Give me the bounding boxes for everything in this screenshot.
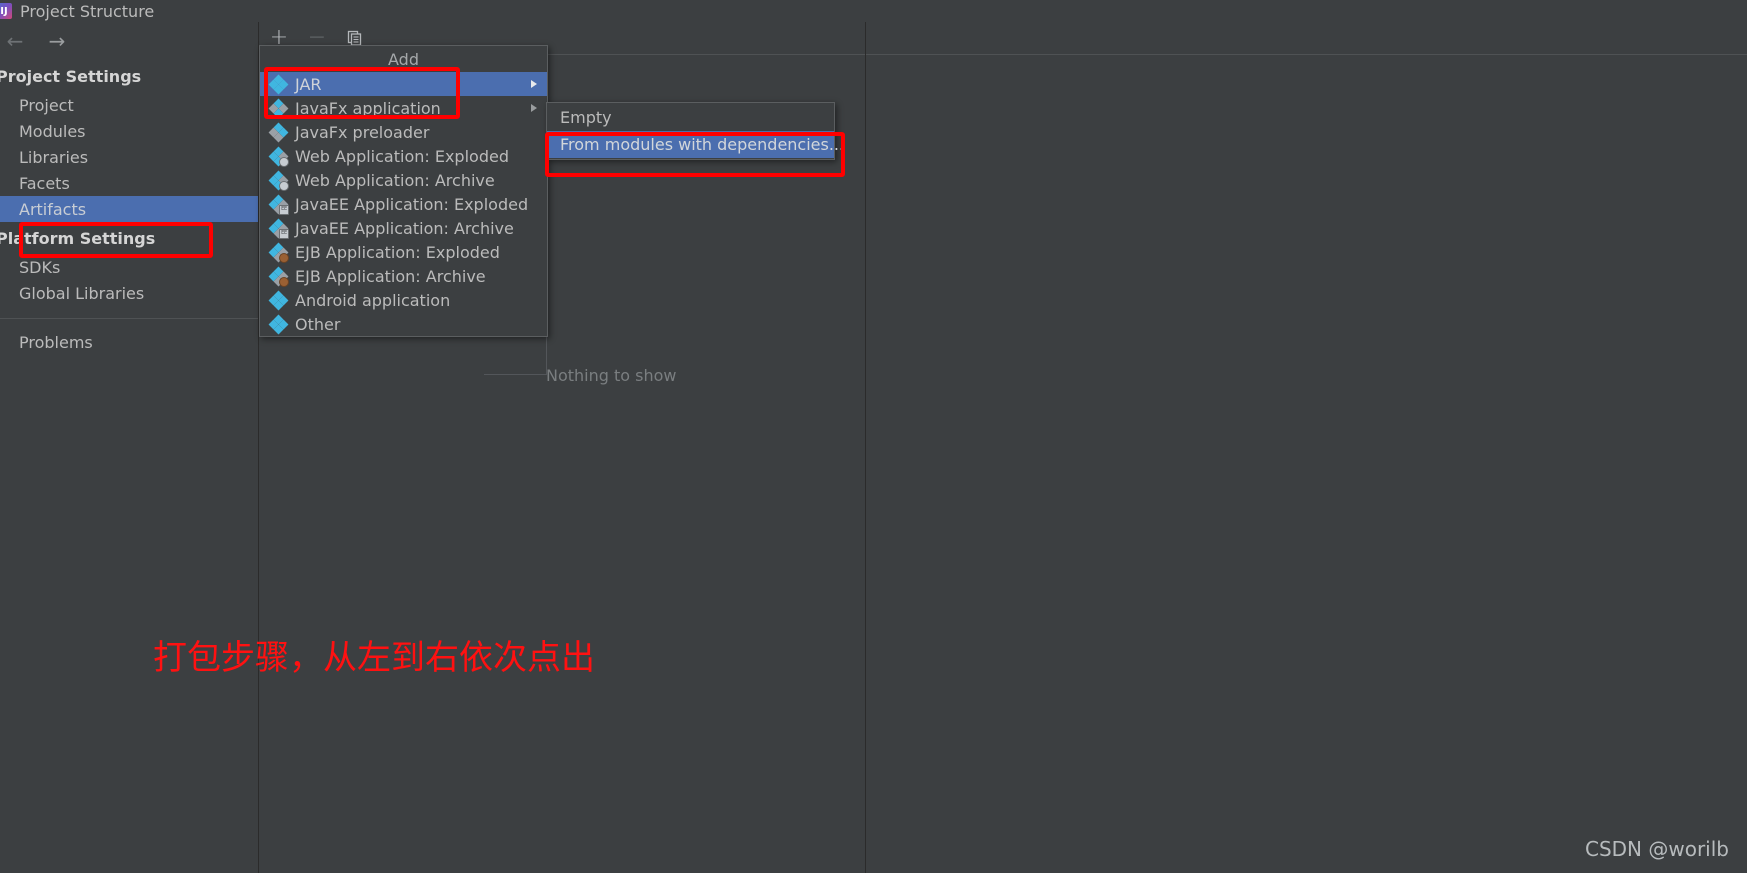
window-titlebar: IJ Project Structure (0, 0, 1747, 23)
submenu-item-from-modules-with-dependencies[interactable]: From modules with dependencies... (547, 131, 844, 159)
diamond-globe-icon (268, 170, 289, 191)
csdn-watermark: CSDN @worilb (1584, 837, 1729, 861)
submenu-item-empty[interactable]: Empty (547, 103, 834, 131)
diamond-blue-icon (268, 122, 289, 142)
settings-sidebar: ← → Project Settings Project Modules Lib… (0, 22, 259, 873)
copy-icon (347, 30, 362, 46)
sidebar-item-libraries[interactable]: Libraries (0, 144, 258, 170)
diamond-bean-icon (268, 242, 289, 263)
menu-item-javafx-preloader[interactable]: JavaFx preloader (260, 120, 547, 144)
diamond-blue-icon (268, 98, 289, 118)
sidebar-section-platform-settings: Platform Settings (0, 228, 156, 248)
menu-item-label: EJB Application: Exploded (295, 242, 500, 262)
jar-submenu: Empty From modules with dependencies... (546, 102, 844, 160)
menu-item-web-application-archive[interactable]: Web Application: Archive (260, 168, 547, 192)
sidebar-item-artifacts[interactable]: Artifacts (0, 196, 258, 222)
menu-item-label: JAR (295, 74, 322, 94)
diamond-globe-icon (268, 146, 289, 167)
menu-item-other[interactable]: Other (260, 312, 547, 336)
popup-menu-title: Add (388, 49, 419, 69)
menu-item-android-application[interactable]: Android application (260, 288, 547, 312)
intellij-idea-icon: IJ (0, 3, 12, 19)
nothing-to-show-label: Nothing to show (546, 366, 677, 385)
menu-item-label: Other (295, 314, 341, 334)
menu-item-javaee-application-archive[interactable]: EE JavaEE Application: Archive (260, 216, 547, 240)
window-title: Project Structure (20, 1, 155, 21)
sidebar-section-project-settings: Project Settings (0, 66, 142, 86)
menu-item-label: JavaFx preloader (295, 122, 430, 142)
sidebar-item-sdks[interactable]: SDKs (0, 254, 258, 280)
menu-item-label: EJB Application: Archive (295, 266, 486, 286)
diamond-ee-icon: EE (268, 218, 289, 239)
menu-item-label: JavaEE Application: Archive (295, 218, 514, 238)
menu-item-label: Web Application: Exploded (295, 146, 509, 166)
diamond-blue-icon (268, 290, 289, 310)
dialog-body: ← → Project Settings Project Modules Lib… (0, 22, 1747, 873)
annotation-note-text: 打包步骤，从左到右依次点出 (153, 638, 595, 678)
menu-item-javafx-application[interactable]: JavaFx application (260, 96, 547, 120)
artifact-details-panel: Nothing to show (484, 22, 1747, 873)
diamond-ee-icon: EE (268, 194, 289, 215)
forward-arrow-icon[interactable]: → (44, 28, 70, 54)
menu-item-label: Web Application: Archive (295, 170, 495, 190)
menu-item-label: JavaFx application (295, 98, 441, 118)
menu-item-label: Android application (295, 290, 451, 310)
menu-item-web-application-exploded[interactable]: Web Application: Exploded (260, 144, 547, 168)
chevron-right-icon (531, 104, 537, 112)
sidebar-item-facets[interactable]: Facets (0, 170, 258, 196)
diamond-bean-icon (268, 266, 289, 287)
diamond-blue-icon (268, 74, 289, 94)
menu-item-label: JavaEE Application: Exploded (295, 194, 529, 214)
back-arrow-icon[interactable]: ← (2, 28, 28, 54)
sidebar-divider (0, 318, 258, 319)
sidebar-item-project[interactable]: Project (0, 92, 258, 118)
diamond-blue-icon (268, 314, 289, 334)
menu-item-javaee-application-exploded[interactable]: EE JavaEE Application: Exploded (260, 192, 547, 216)
menu-item-jar[interactable]: JAR (260, 72, 547, 96)
sidebar-nav-buttons: ← → (0, 22, 258, 60)
details-separator (866, 54, 1747, 55)
sidebar-item-modules[interactable]: Modules (0, 118, 258, 144)
sidebar-item-global-libraries[interactable]: Global Libraries (0, 280, 258, 306)
add-artifact-popup-menu: Add JAR JavaFx application JavaFx preloa… (259, 45, 548, 337)
menu-item-ejb-application-archive[interactable]: EJB Application: Archive (260, 264, 547, 288)
sidebar-item-problems[interactable]: Problems (0, 329, 258, 355)
chevron-right-icon (531, 80, 537, 88)
menu-item-ejb-application-exploded[interactable]: EJB Application: Exploded (260, 240, 547, 264)
